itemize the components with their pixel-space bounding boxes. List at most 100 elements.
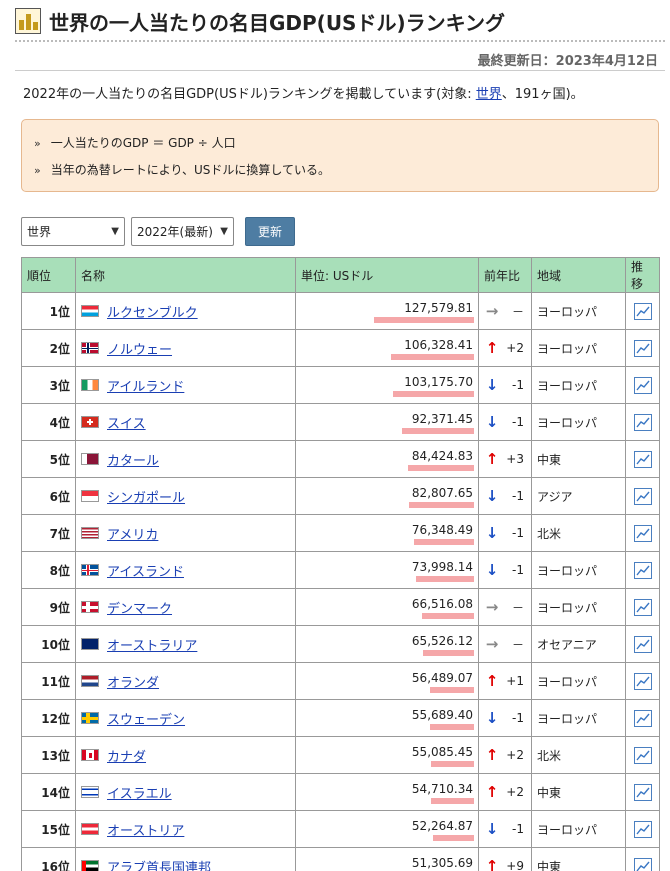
trend-cell: [625, 699, 660, 737]
table-header-row: 順位 名称 単位: USドル 前年比 地域 推移: [21, 257, 660, 293]
line-chart-icon[interactable]: [633, 672, 652, 690]
rank-change: +1: [506, 674, 524, 688]
region-select[interactable]: 世界 ▼: [21, 217, 125, 246]
region-cell: ヨーロッパ: [531, 366, 626, 404]
header-rank[interactable]: 順位: [21, 257, 76, 293]
update-button[interactable]: 更新: [245, 217, 295, 246]
line-chart-icon[interactable]: [633, 598, 652, 616]
header-name[interactable]: 名称: [75, 257, 296, 293]
gdp-value-cell: 82,807.65: [295, 477, 479, 515]
arrow-down-icon: ↓: [485, 376, 499, 394]
arrow-up-icon: ↑: [485, 783, 499, 801]
region-cell: ヨーロッパ: [531, 588, 626, 626]
line-chart-icon[interactable]: [633, 857, 652, 871]
line-chart-icon[interactable]: [633, 561, 652, 579]
arrow-right-icon: →: [485, 302, 499, 320]
flag-icon: [81, 379, 99, 391]
gdp-value: 52,264.87: [411, 819, 473, 833]
country-link[interactable]: アイスランド: [107, 565, 184, 580]
country-link[interactable]: スイス: [107, 417, 146, 432]
region-cell: 中東: [531, 773, 626, 811]
arrow-down-icon: ↓: [485, 820, 499, 838]
country-link[interactable]: カナダ: [107, 750, 146, 765]
change-cell: ↑ +1: [478, 662, 532, 700]
country-link[interactable]: アメリカ: [107, 528, 158, 543]
country-link[interactable]: ルクセンブルク: [107, 306, 198, 321]
country-link[interactable]: スウェーデン: [107, 713, 185, 728]
header-change[interactable]: 前年比: [478, 257, 532, 293]
gdp-value: 82,807.65: [411, 486, 473, 500]
notes-box: 一人当たりのGDP ＝ GDP ÷ 人口 当年の為替レートにより、USドルに換算…: [21, 119, 659, 192]
year-select[interactable]: 2022年(最新) ▼: [131, 217, 234, 246]
flag-icon: [81, 860, 99, 871]
country-link[interactable]: アラブ首長国連邦: [107, 861, 211, 871]
flag-icon: [81, 305, 99, 317]
trophy-icon: [15, 8, 41, 34]
rank-cell: 12位: [21, 699, 76, 737]
header-trend: 推移: [625, 257, 660, 293]
country-cell: オーストリア: [75, 810, 296, 848]
arrow-down-icon: ↓: [485, 413, 499, 431]
change-cell: ↑ +2: [478, 736, 532, 774]
rank-cell: 5位: [21, 440, 76, 478]
country-link[interactable]: カタール: [107, 454, 159, 469]
world-link[interactable]: 世界: [476, 87, 502, 102]
trend-cell: [625, 551, 660, 589]
gdp-bar: [374, 317, 474, 323]
line-chart-icon[interactable]: [633, 746, 652, 764]
table-row: 14位 イスラエル 54,710.34 ↑ +2 中東: [21, 773, 660, 811]
line-chart-icon[interactable]: [633, 376, 652, 394]
gdp-value-cell: 73,998.14: [295, 551, 479, 589]
line-chart-icon[interactable]: [633, 709, 652, 727]
gdp-value-cell: 76,348.49: [295, 514, 479, 552]
country-cell: カタール: [75, 440, 296, 478]
trend-cell: [625, 588, 660, 626]
country-link[interactable]: オーストラリア: [107, 639, 197, 654]
table-row: 13位 カナダ 55,085.45 ↑ +2 北米: [21, 736, 660, 774]
arrow-up-icon: ↑: [485, 339, 499, 357]
gdp-bar: [414, 539, 474, 545]
country-cell: カナダ: [75, 736, 296, 774]
line-chart-icon[interactable]: [633, 302, 652, 320]
country-link[interactable]: アイルランド: [107, 380, 184, 395]
gdp-value-cell: 66,516.08: [295, 588, 479, 626]
header-region[interactable]: 地域: [531, 257, 626, 293]
country-cell: アメリカ: [75, 514, 296, 552]
trend-cell: [625, 625, 660, 663]
line-chart-icon[interactable]: [633, 487, 652, 505]
region-cell: 北米: [531, 514, 626, 552]
line-chart-icon[interactable]: [633, 339, 652, 357]
trend-cell: [625, 514, 660, 552]
gdp-value-cell: 103,175.70: [295, 366, 479, 404]
flag-icon: [81, 564, 99, 576]
change-cell: ↓ -1: [478, 551, 532, 589]
line-chart-icon[interactable]: [633, 413, 652, 431]
gdp-value-cell: 65,526.12: [295, 625, 479, 663]
rank-change: +2: [506, 785, 524, 799]
intro-text-start: 2022年の一人当たりの名目GDP(USドル)ランキングを掲載しています(対象:: [23, 87, 476, 102]
rank-change: +2: [506, 341, 524, 355]
region-cell: ヨーロッパ: [531, 699, 626, 737]
change-cell: ↓ -1: [478, 514, 532, 552]
line-chart-icon[interactable]: [633, 635, 652, 653]
rank-change: -1: [512, 378, 524, 392]
country-link[interactable]: オランダ: [107, 676, 159, 691]
table-row: 2位 ノルウェー 106,328.41 ↑ +2 ヨーロッパ: [21, 329, 660, 367]
flag-icon: [81, 675, 99, 687]
line-chart-icon[interactable]: [633, 524, 652, 542]
change-cell: → －: [478, 625, 532, 663]
country-link[interactable]: ノルウェー: [107, 343, 172, 358]
country-link[interactable]: オーストリア: [107, 824, 184, 839]
gdp-bar: [393, 391, 474, 397]
line-chart-icon[interactable]: [633, 450, 652, 468]
gdp-value: 66,516.08: [411, 597, 473, 611]
country-link[interactable]: シンガポール: [107, 491, 185, 506]
gdp-value: 92,371.45: [411, 412, 473, 426]
line-chart-icon[interactable]: [633, 783, 652, 801]
line-chart-icon[interactable]: [633, 820, 652, 838]
header-value[interactable]: 単位: USドル: [295, 257, 479, 293]
arrow-right-icon: →: [485, 598, 499, 616]
gdp-value: 54,710.34: [411, 782, 473, 796]
country-link[interactable]: イスラエル: [107, 787, 172, 802]
country-link[interactable]: デンマーク: [107, 602, 172, 617]
